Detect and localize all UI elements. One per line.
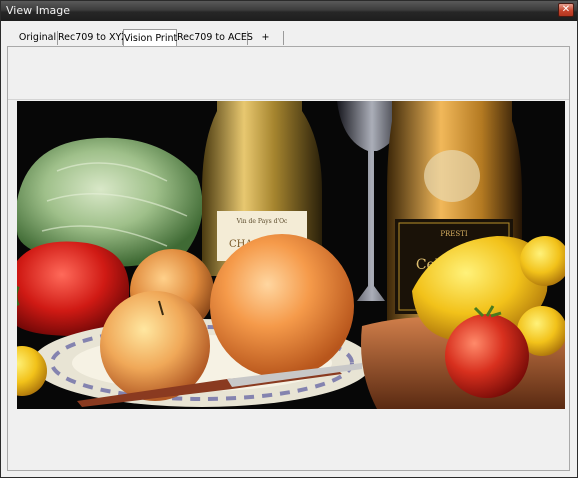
tab-panel-vision-print: Vin de Pays d'Oc CHA PRESTI Cellier des … bbox=[7, 46, 570, 471]
bottle-left-label-text: Vin de Pays d'Oc bbox=[236, 218, 288, 225]
tab-rec709-to-aces[interactable]: Rec709 to ACES bbox=[177, 31, 253, 45]
tab-rec709-to-xyz[interactable]: Rec709 to XYZ bbox=[58, 31, 128, 45]
title-bar[interactable]: View Image ✕ bbox=[1, 1, 577, 21]
bottle-right-label-top: PRESTI bbox=[440, 230, 468, 238]
image-viewport[interactable]: Vin de Pays d'Oc CHA PRESTI Cellier des … bbox=[17, 101, 565, 409]
tab-vision-print[interactable]: Vision Print bbox=[123, 29, 177, 46]
window-client-area: Original Rec709 to XYZ Vision Print Rec7… bbox=[4, 23, 574, 475]
tab-label: Rec709 to XYZ bbox=[58, 32, 128, 43]
close-button[interactable]: ✕ bbox=[558, 3, 574, 17]
grapefruit bbox=[210, 234, 354, 378]
tab-label: Original bbox=[18, 32, 57, 43]
close-icon: ✕ bbox=[561, 4, 571, 15]
tab-label: Rec709 to ACES bbox=[177, 32, 253, 43]
still-life-image: Vin de Pays d'Oc CHA PRESTI Cellier des … bbox=[17, 101, 565, 409]
add-tab-button[interactable]: + bbox=[248, 31, 284, 45]
tab-original[interactable]: Original bbox=[18, 31, 58, 45]
plus-icon: + bbox=[261, 32, 270, 43]
tomato bbox=[445, 314, 529, 398]
view-image-window: View Image ✕ Original Rec709 to XYZ Visi… bbox=[0, 0, 578, 478]
panel-header-area bbox=[8, 47, 569, 100]
window-title: View Image bbox=[6, 4, 71, 17]
tab-label: Vision Print bbox=[124, 33, 178, 44]
